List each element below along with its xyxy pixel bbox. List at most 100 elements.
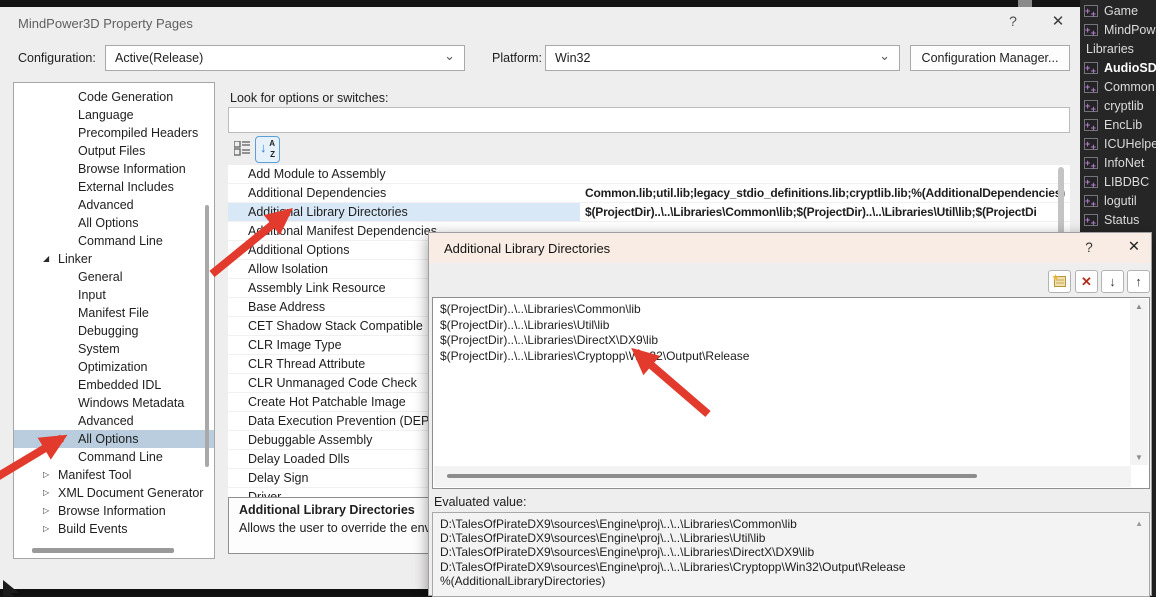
tree-item[interactable]: Advanced [14,196,214,214]
project-label: MindPow [1104,23,1155,37]
solution-explorer-item[interactable]: Game [1080,2,1156,21]
project-label: ICUHelper [1104,137,1156,151]
tree-item-label: Command Line [78,234,163,248]
sort-az-letter-z: Z [270,150,275,159]
tree-item[interactable]: Debugging [14,322,214,340]
tree-vertical-scrollbar[interactable] [205,205,209,467]
tree-expander-icon[interactable]: ▷ [43,484,55,502]
tree-item[interactable]: Code Generation [14,88,214,106]
tree-item[interactable]: Windows Metadata [14,394,214,412]
project-label: LIBDBC [1104,175,1149,189]
help-icon[interactable]: ? [1079,240,1099,255]
delete-line-button[interactable]: ✕ [1075,270,1098,293]
close-icon[interactable]: ✕ [1046,12,1070,30]
property-row[interactable]: Additional Library Directories $(Project… [228,203,1070,222]
configuration-select[interactable]: Active(Release) ⌄ [105,45,465,71]
scrollbar-thumb[interactable] [447,474,977,478]
move-up-button[interactable]: ↑ [1127,270,1150,293]
tree-item-label: Build Events [58,522,127,536]
property-value[interactable]: $(ProjectDir)..\..\Libraries\Common\lib;… [580,203,1070,221]
configuration-manager-button[interactable]: Configuration Manager... [910,45,1070,71]
tree-item[interactable]: Optimization [14,358,214,376]
tree-item-label: General [78,270,122,284]
tree-item-label: Advanced [78,198,134,212]
solution-explorer-item[interactable]: Common [1080,78,1156,97]
tree-item-label: System [78,342,120,356]
tree-expander-icon[interactable]: ◢ [43,250,55,268]
tree-item[interactable]: General [14,268,214,286]
tree-item[interactable]: Output Files [14,142,214,160]
list-vertical-scrollbar[interactable]: ▲ ▼ [1130,299,1148,465]
tree-item-label: All Options [78,216,138,230]
solution-explorer-item[interactable]: MindPow [1080,21,1156,40]
tree-item[interactable]: ▷ Build Events [14,520,214,538]
options-search-input[interactable] [228,107,1070,133]
project-icon [1084,138,1098,150]
tree-item[interactable]: System [14,340,214,358]
property-value[interactable] [580,165,1070,183]
tree-item[interactable]: Manifest File [14,304,214,322]
move-down-button[interactable]: ↓ [1101,270,1124,293]
property-value[interactable]: Common.lib;util.lib;legacy_stdio_definit… [580,184,1070,202]
help-icon[interactable]: ? [1002,13,1024,29]
tree-expander-icon[interactable]: ▷ [43,466,55,484]
platform-select[interactable]: Win32 ⌄ [545,45,900,71]
tree-item[interactable]: Embedded IDL [14,376,214,394]
directory-entry[interactable]: $(ProjectDir)..\..\Libraries\Cryptopp\Wi… [440,349,1109,365]
solution-explorer-item[interactable]: Libraries [1080,40,1156,59]
solution-explorer-item[interactable]: ICUHelper [1080,135,1156,154]
tree-item[interactable]: All Options [14,214,214,232]
tree-item-label: Command Line [78,450,163,464]
tree-horizontal-scrollbar[interactable] [32,548,174,553]
close-icon[interactable]: ✕ [1123,239,1145,255]
tree-expander-icon[interactable]: ▷ [43,520,55,538]
scroll-down-icon[interactable]: ▼ [1130,453,1148,462]
tree-item[interactable]: Browse Information [14,160,214,178]
solution-explorer-item[interactable]: logutil [1080,192,1156,211]
tree-item-label: Browse Information [58,504,166,518]
list-horizontal-scrollbar[interactable] [434,466,1131,487]
grid-vertical-scrollbar[interactable] [1058,167,1064,235]
property-row[interactable]: Additional Dependencies Common.lib;util.… [228,184,1070,203]
solution-explorer-item[interactable]: InfoNet [1080,154,1156,173]
evaluated-value-box: D:\TalesOfPirateDX9\sources\Engine\proj\… [432,512,1150,597]
tree-item[interactable]: ▷ Browse Information [14,502,214,520]
solution-explorer-item[interactable]: Status [1080,211,1156,230]
property-name: Additional Library Directories [228,203,580,221]
tree-item[interactable]: ▷ XML Document Generator [14,484,214,502]
directory-entry[interactable]: $(ProjectDir)..\..\Libraries\Common\lib [440,302,1109,318]
tree-item[interactable]: Input [14,286,214,304]
tree-item[interactable]: Command Line [14,232,214,250]
categorized-view-button[interactable] [231,138,253,161]
tree-item[interactable]: External Includes [14,178,214,196]
scroll-up-icon[interactable]: ▲ [1130,302,1148,311]
tree-item[interactable]: Language [14,106,214,124]
tree-item[interactable]: ◢ Linker [14,250,214,268]
directories-list-box[interactable]: $(ProjectDir)..\..\Libraries\Common\lib … [432,297,1150,489]
solution-explorer-item[interactable]: cryptlib [1080,97,1156,116]
solution-explorer-item[interactable]: EncLib [1080,116,1156,135]
project-label: cryptlib [1104,99,1144,113]
tree-item[interactable]: All Options [14,430,214,448]
solution-explorer-item[interactable]: LIBDBC [1080,173,1156,192]
tree-item[interactable]: Advanced [14,412,214,430]
tree-item-label: External Includes [78,180,174,194]
chevron-down-icon: ⌄ [879,44,890,68]
property-row[interactable]: Add Module to Assembly [228,165,1070,184]
new-line-button[interactable] [1048,270,1071,293]
tree-item-label: Output Files [78,144,145,158]
project-icon [1084,24,1098,36]
project-icon [1084,157,1098,169]
solution-explorer-item[interactable]: AudioSDL [1080,59,1156,78]
tree-item[interactable]: Precompiled Headers [14,124,214,142]
project-icon [1084,195,1098,207]
scroll-up-icon[interactable]: ▲ [1135,519,1143,528]
dialog-titlebar[interactable]: Additional Library Directories ? ✕ [429,233,1151,263]
tree-expander-icon[interactable]: ▷ [43,502,55,520]
tree-item[interactable]: ▷ Manifest Tool [14,466,214,484]
directory-entry[interactable]: $(ProjectDir)..\..\Libraries\Util\lib [440,318,1109,334]
sort-alphabetical-button[interactable]: ↓ A Z [255,136,280,163]
tree-item[interactable]: Command Line [14,448,214,466]
directory-entry[interactable]: $(ProjectDir)..\..\Libraries\DirectX\DX9… [440,333,1109,349]
tree-item-label: Code Generation [78,90,173,104]
